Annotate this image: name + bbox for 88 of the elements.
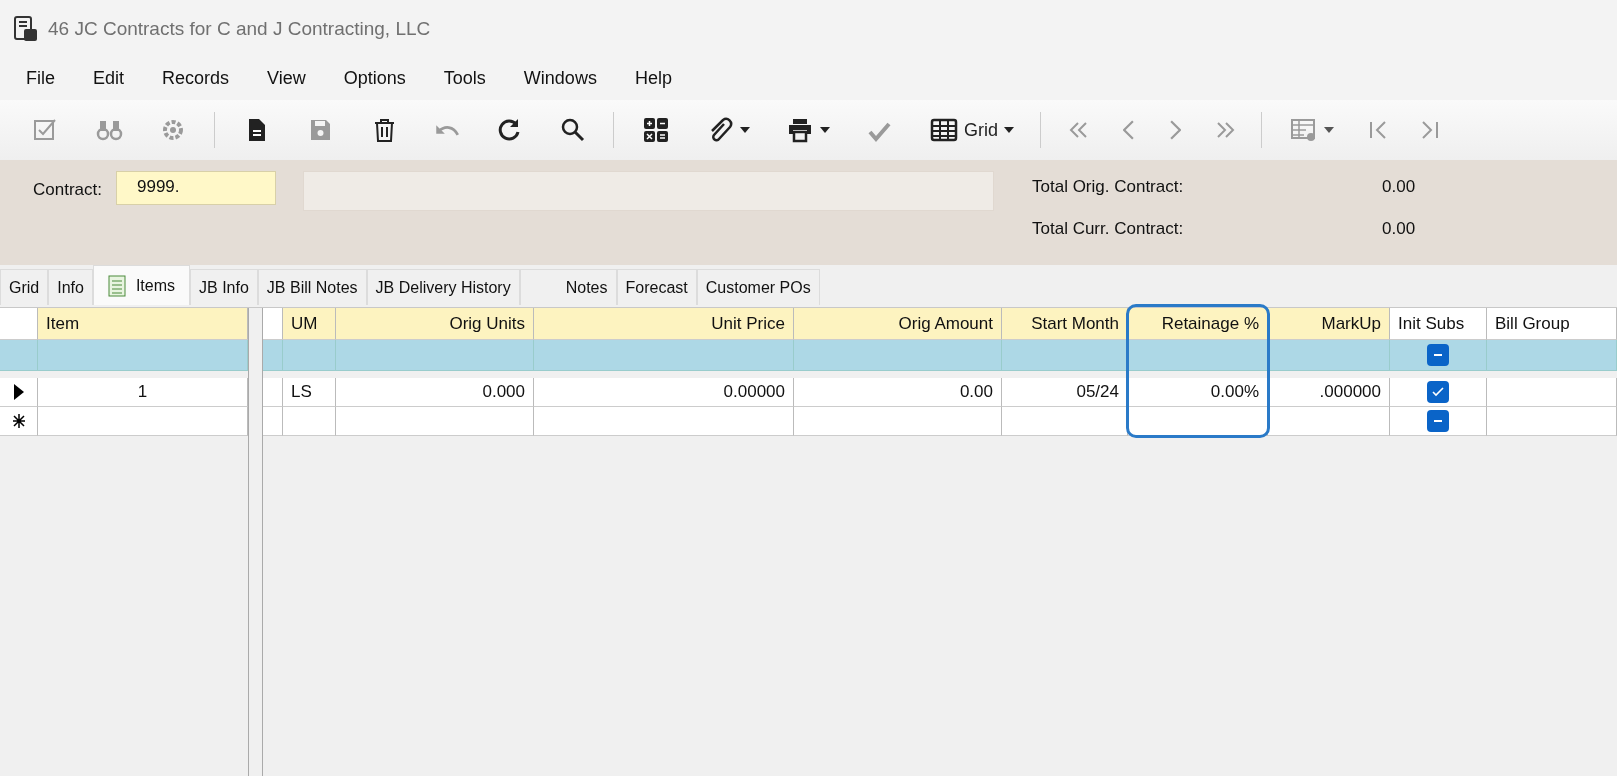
menu-item[interactable]: Records [150, 68, 244, 89]
menu-item[interactable]: File [14, 68, 69, 89]
column-header[interactable]: Bill Group [1487, 308, 1617, 340]
table-cell[interactable] [283, 407, 336, 436]
total-label: Total Orig. Contract: [1032, 177, 1185, 197]
column-header[interactable]: Orig Amount [794, 308, 1002, 340]
menu-item[interactable]: Help [622, 68, 686, 89]
window-title: 46 JC Contracts for C and J Contracting, LLC [48, 17, 431, 40]
calculator-icon [642, 116, 670, 144]
checkbox-cell[interactable] [1390, 407, 1487, 436]
table-cell[interactable] [534, 407, 794, 436]
filter-cell[interactable] [1128, 340, 1268, 371]
menu-item[interactable]: Options [331, 68, 420, 89]
table-cell[interactable]: 05/24 [1002, 378, 1128, 407]
tab[interactable]: JB Bill Notes [257, 269, 367, 305]
checkbox-cell[interactable] [1390, 378, 1487, 407]
filter-cell[interactable] [1487, 340, 1617, 371]
column-header[interactable]: Start Month [1002, 308, 1128, 340]
row-header-cell [0, 308, 38, 340]
table-cell[interactable]: 0.000 [336, 378, 534, 407]
table-cell[interactable]: 0.00% [1128, 378, 1268, 407]
chevron-left-icon [1123, 120, 1134, 140]
filter-cell[interactable] [794, 340, 1002, 371]
column-header[interactable]: UM [283, 308, 336, 340]
menu-item[interactable]: View [255, 68, 320, 89]
column-header[interactable]: Retainage % [1128, 308, 1268, 340]
total-value: 0.00 [1382, 219, 1416, 239]
column-header[interactable]: Unit Price [534, 308, 794, 340]
caret-icon [740, 127, 750, 133]
first-bar-icon [1370, 121, 1386, 139]
column-header[interactable]: Item [38, 308, 248, 340]
filter-cell[interactable] [534, 340, 794, 371]
column-header[interactable]: MarkUp [1268, 308, 1390, 340]
table-cell[interactable]: 0.00000 [534, 378, 794, 407]
table-cell[interactable] [794, 407, 1002, 436]
tab[interactable]: JB Info [190, 269, 258, 305]
tab[interactable]: JB Delivery History [366, 269, 520, 305]
printer-icon [786, 116, 814, 144]
tab[interactable]: Forecast [616, 269, 697, 305]
last-bar-icon [1422, 121, 1438, 139]
filter-cell[interactable] [283, 340, 336, 371]
table-cell[interactable] [1487, 378, 1617, 407]
row-header-cell [263, 407, 283, 436]
menu-item[interactable]: Windows [511, 68, 611, 89]
caret-icon [1324, 127, 1334, 133]
table-cell[interactable]: 0.00 [794, 378, 1002, 407]
filter-cell[interactable] [38, 340, 248, 371]
chevron-right-icon [1170, 120, 1181, 140]
search-icon [559, 116, 587, 144]
total-value: 0.00 [1382, 177, 1416, 197]
double-right-icon [1217, 121, 1235, 139]
caret-icon [1004, 127, 1014, 133]
table-settings-icon [1290, 116, 1318, 144]
app-icon [14, 15, 38, 42]
tab[interactable]: Info [48, 269, 93, 305]
table-cell[interactable]: 1 [38, 378, 248, 407]
row-header-cell [263, 308, 283, 340]
tab[interactable]: Customer POs [696, 269, 820, 305]
column-header[interactable]: Orig Units [336, 308, 534, 340]
table-cell[interactable] [38, 407, 248, 436]
column-header[interactable]: Init Subs [1390, 308, 1487, 340]
row-header-cell [263, 340, 283, 371]
undo-icon [435, 123, 459, 137]
filter-cell[interactable] [336, 340, 534, 371]
grid-icon [930, 116, 958, 144]
table-cell[interactable]: LS [283, 378, 336, 407]
contract-field[interactable]: 9999. [116, 171, 276, 205]
table-cell[interactable] [1487, 407, 1617, 436]
checkbox-cell[interactable] [1390, 340, 1487, 371]
table-cell[interactable] [336, 407, 534, 436]
tab[interactable]: Items [92, 265, 191, 305]
filter-cell[interactable] [1002, 340, 1128, 371]
table-cell[interactable] [1128, 407, 1268, 436]
row-header-cell [263, 378, 283, 407]
total-label: Total Curr. Contract: [1032, 219, 1185, 239]
caret-icon [820, 127, 830, 133]
filter-cell[interactable] [1268, 340, 1390, 371]
tab[interactable]: Grid [0, 269, 49, 305]
table-cell[interactable] [1002, 407, 1128, 436]
menu-item[interactable]: Tools [431, 68, 500, 89]
sheet-icon [107, 274, 126, 297]
table-cell[interactable] [1268, 407, 1390, 436]
table-cell[interactable]: .000000 [1268, 378, 1390, 407]
field-label: Contract: [33, 180, 102, 200]
tab[interactable]: Notes [519, 269, 617, 305]
menu-item[interactable]: Edit [81, 68, 139, 89]
double-left-icon [1069, 121, 1087, 139]
grid-view-button[interactable]: Grid [920, 112, 1024, 148]
